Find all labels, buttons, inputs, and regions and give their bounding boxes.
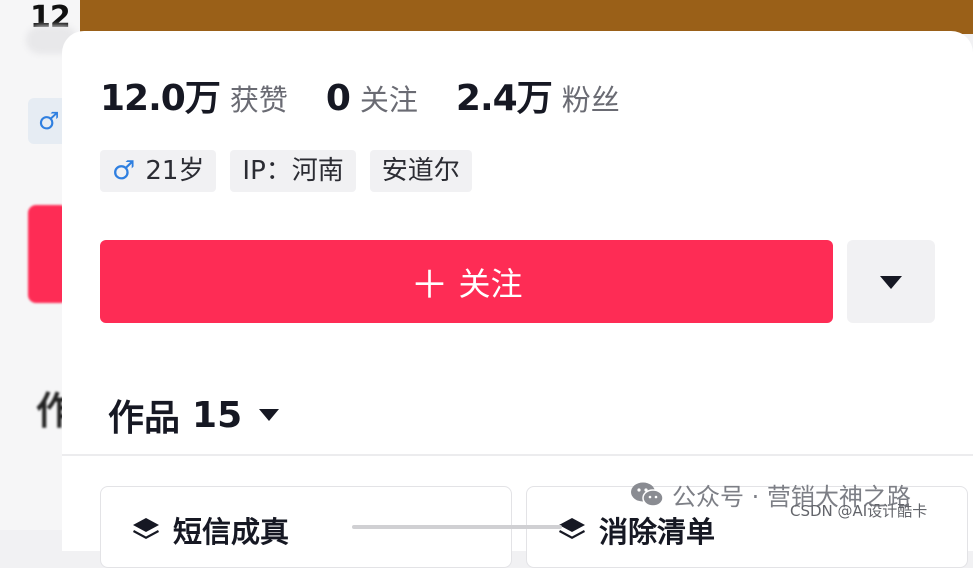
profile-tags: ♂ 21岁 IP：河南 安道尔 (100, 150, 486, 192)
stat-followers-value: 2.4万 (455, 78, 553, 119)
stat-likes[interactable]: 12.0万 获赞 (100, 69, 288, 121)
age-tag: ♂ 21岁 (100, 150, 217, 192)
profile-card: 12.0万 获赞 0 关注 2.4万 粉丝 ♂ 21岁 IP：河南 安道尔 ＋ … (62, 31, 973, 568)
layers-icon (133, 518, 159, 539)
stat-following-label: 关注 (359, 83, 418, 117)
caret-down-icon (880, 275, 902, 289)
stat-followers-label: 粉丝 (561, 83, 620, 117)
stat-following[interactable]: 0 关注 (326, 77, 418, 119)
follow-button-label: 关注 (458, 264, 523, 303)
profile-stats: 12.0万 获赞 0 关注 2.4万 粉丝 (100, 69, 658, 121)
works-caret-down-icon (259, 409, 280, 421)
location-text: 安道尔 (381, 156, 460, 186)
plus-icon: ＋ (410, 263, 449, 307)
layers-icon (559, 518, 585, 539)
male-icon: ♂ (112, 156, 136, 186)
works-count: 15 (192, 394, 243, 436)
scroll-indicator (352, 525, 562, 529)
ip-tag: IP：河南 (230, 150, 356, 192)
stat-followers[interactable]: 2.4万 粉丝 (456, 69, 620, 121)
age-text: 21岁 (145, 156, 205, 186)
follow-button[interactable]: ＋ 关注 (100, 240, 833, 323)
stat-likes-label: 获赞 (229, 83, 288, 117)
work-card-1-title: 短信成真 (173, 515, 290, 549)
work-card-2-title: 消除清单 (599, 515, 716, 549)
wechat-icon (631, 482, 664, 507)
ip-text: IP：河南 (242, 156, 344, 186)
works-label: 作品 (108, 398, 181, 439)
stat-likes-value: 12.0万 (100, 78, 221, 119)
stat-following-value: 0 (325, 78, 351, 119)
works-tab[interactable]: 作品 15 (108, 389, 280, 441)
location-tag: 安道尔 (369, 150, 472, 192)
csdn-watermark: CSDN @AI设计酷卡 (790, 502, 928, 520)
top-cover-band (60, 0, 973, 34)
section-divider (62, 454, 973, 456)
more-options-button[interactable] (847, 240, 935, 323)
